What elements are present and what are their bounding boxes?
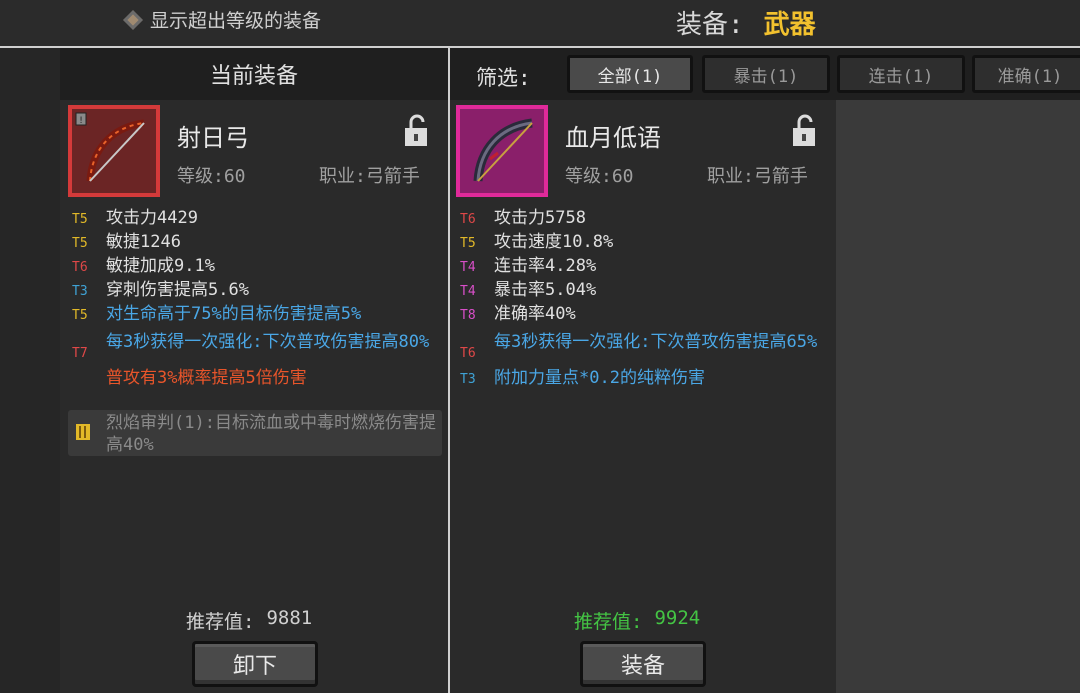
recommend-value: 9924: [654, 607, 701, 629]
left-margin: [0, 48, 60, 693]
title-category: 武器: [763, 10, 816, 40]
tier-badge: T4: [460, 284, 476, 299]
special-effect-row: 普攻有3%概率提高5倍伤害: [72, 367, 442, 389]
tier-badge: T7: [72, 346, 88, 361]
current-equipment-header: 当前装备: [60, 48, 448, 100]
svg-text:!: !: [79, 116, 83, 126]
stat-row: T3 穿刺伤害提高5.6%: [72, 279, 442, 303]
tier-badge: T6: [460, 346, 476, 361]
special-effect-text: 普攻有3%概率提高5倍伤害: [106, 368, 307, 388]
tier-badge: T5: [72, 212, 88, 227]
bow-icon[interactable]: [456, 105, 548, 197]
stat-row: T3 附加力量点*0.2的纯粹伤害: [460, 367, 830, 391]
empty-slot-area: [836, 100, 1080, 693]
filter-label: 筛选:: [476, 66, 531, 90]
tier-badge: T4: [460, 260, 476, 275]
bow-icon[interactable]: !: [68, 105, 160, 197]
current-item-name: 射日弓: [177, 124, 249, 152]
recommend-label: 推荐值:: [574, 611, 643, 633]
set-effect-box: 烈焰审判(1):目标流血或中毒时燃烧伤害提高40%: [68, 410, 442, 456]
tier-badge: T8: [460, 308, 476, 323]
candidate-recommend: 推荐值: 9924: [574, 607, 700, 634]
stat-text: 准确率40%: [494, 304, 576, 324]
tier-badge: T3: [460, 372, 476, 387]
stat-text: 每3秒获得一次强化:下次普攻伤害提高80%: [106, 332, 430, 352]
filter-tab-all[interactable]: 全部(1): [567, 55, 693, 93]
toggle-label: 显示超出等级的装备: [150, 10, 322, 32]
stat-text: 攻击速度10.8%: [494, 232, 614, 252]
stat-row: T8 准确率40%: [460, 303, 830, 327]
stat-row: T5 敏捷1246: [72, 231, 442, 255]
current-stats-list: T5 攻击力4429 T5 敏捷1246 T6 敏捷加成9.1% T3 穿刺伤害提高5.…: [72, 207, 442, 389]
equip-button[interactable]: 装备: [580, 641, 706, 687]
stat-text: 敏捷加成9.1%: [106, 256, 215, 276]
stat-row: T5 对生命高于75%的目标伤害提高5%: [72, 303, 442, 327]
candidate-item-name: 血月低语: [565, 124, 661, 152]
stat-row: T4 连击率4.28%: [460, 255, 830, 279]
set-effect-text: 烈焰审判(1):目标流血或中毒时燃烧伤害提高40%: [106, 413, 436, 455]
candidate-item-level: 等级:60: [565, 166, 634, 187]
candidate-item-class: 职业:弓箭手: [707, 166, 808, 187]
recommend-value: 9881: [266, 607, 313, 629]
filter-tab-crit[interactable]: 暴击(1): [702, 55, 830, 93]
stat-text: 敏捷1246: [106, 232, 181, 252]
stat-row: T5 攻击速度10.8%: [460, 231, 830, 255]
diamond-checkbox-icon[interactable]: [123, 9, 143, 30]
stat-text: 连击率4.28%: [494, 256, 597, 276]
unlock-icon[interactable]: [403, 114, 429, 148]
stat-text: 攻击力5758: [494, 208, 586, 228]
stat-text: 附加力量点*0.2的纯粹伤害: [494, 368, 705, 388]
stat-text: 每3秒获得一次强化:下次普攻伤害提高65%: [494, 332, 818, 352]
current-recommend: 推荐值: 9881: [186, 607, 312, 634]
unlock-icon[interactable]: [791, 114, 817, 148]
stat-text: 穿刺伤害提高5.6%: [106, 280, 249, 300]
stat-row: T5 攻击力4429: [72, 207, 442, 231]
scroll-icon: [74, 422, 92, 442]
stat-row: T6 敏捷加成9.1%: [72, 255, 442, 279]
tier-badge: T5: [72, 308, 88, 323]
filter-tab-combo[interactable]: 连击(1): [837, 55, 965, 93]
tier-badge: T6: [72, 260, 88, 275]
unequip-button[interactable]: 卸下: [192, 641, 318, 687]
tier-badge: T3: [72, 284, 88, 299]
filter-tab-accuracy[interactable]: 准确(1): [972, 55, 1080, 93]
tier-badge: T5: [72, 236, 88, 251]
tier-badge: T6: [460, 212, 476, 227]
stat-text: 对生命高于75%的目标伤害提高5%: [106, 304, 362, 324]
candidate-stats-list: T6 攻击力5758 T5 攻击速度10.8% T4 连击率4.28% T4 暴击率5.…: [460, 207, 830, 391]
recommend-label: 推荐值:: [186, 611, 255, 633]
page-title: 装备: 武器: [676, 4, 816, 41]
show-overlevel-toggle[interactable]: 显示超出等级的装备: [123, 6, 322, 33]
stat-row: T6 攻击力5758: [460, 207, 830, 231]
current-item-level: 等级:60: [177, 166, 246, 187]
tier-badge: T5: [460, 236, 476, 251]
current-item-class: 职业:弓箭手: [319, 166, 420, 187]
stat-text: 攻击力4429: [106, 208, 198, 228]
stat-row: T7 每3秒获得一次强化:下次普攻伤害提高80%: [72, 331, 442, 365]
stat-row: T4 暴击率5.04%: [460, 279, 830, 303]
stat-row: T6 每3秒获得一次强化:下次普攻伤害提高65%: [460, 331, 830, 365]
title-label: 装备:: [676, 10, 744, 40]
stat-text: 暴击率5.04%: [494, 280, 597, 300]
